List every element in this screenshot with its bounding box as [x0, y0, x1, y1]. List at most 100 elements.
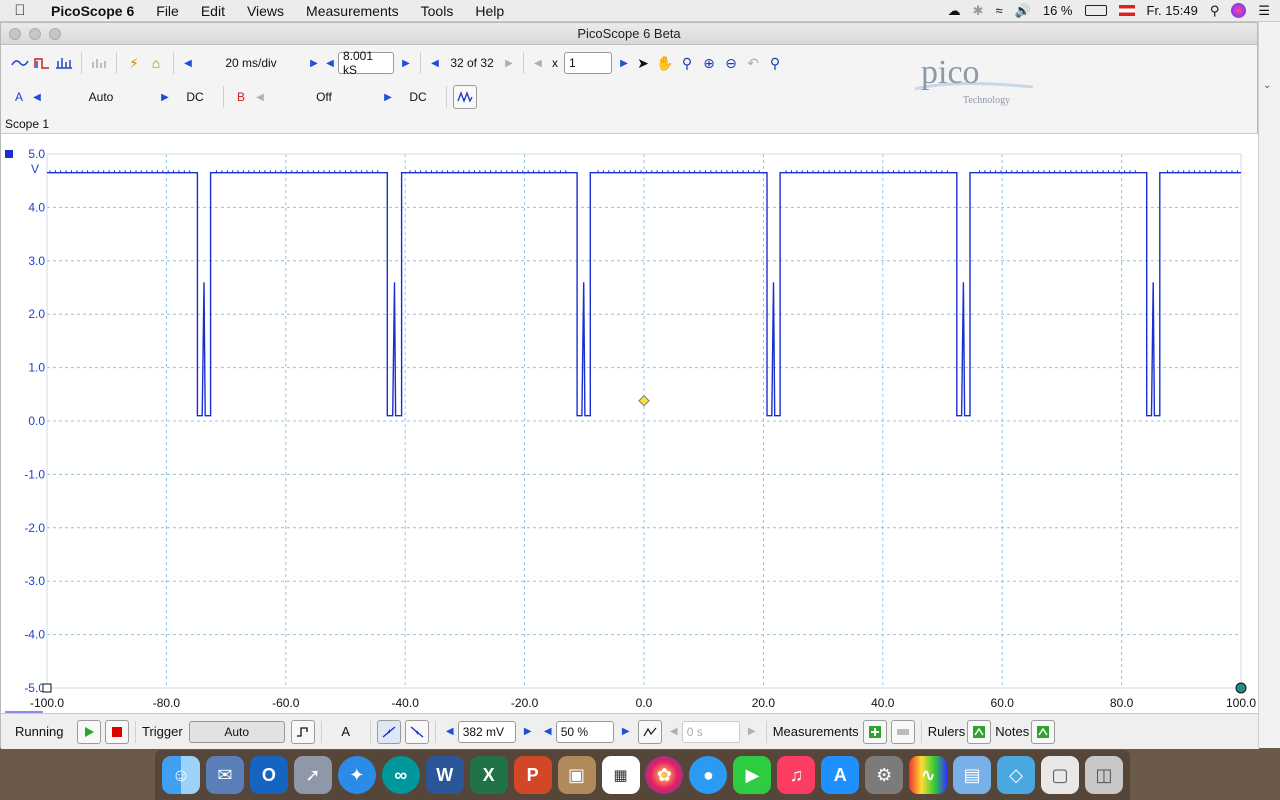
- rulers-label: Rulers: [927, 724, 966, 739]
- menu-edit[interactable]: Edit: [190, 3, 236, 19]
- pointer-tool-icon[interactable]: ➤: [632, 52, 654, 74]
- zoom-area-icon[interactable]: ⚲: [676, 52, 698, 74]
- add-measurement-button[interactable]: [862, 719, 887, 744]
- zoom-increase-button[interactable]: ▶: [616, 58, 632, 69]
- messages-icon[interactable]: ●: [689, 756, 728, 794]
- scope-mode-icon[interactable]: [9, 52, 31, 74]
- scope-tab[interactable]: Scope 1: [5, 117, 49, 131]
- siri-icon[interactable]: [1231, 3, 1247, 18]
- x-tick-label: -80.0: [153, 696, 181, 710]
- range-a-value[interactable]: Auto: [45, 90, 157, 104]
- mail-icon[interactable]: ✉: [205, 756, 244, 794]
- trigger-marker[interactable]: [638, 395, 650, 407]
- spectrum-mode-icon[interactable]: [53, 52, 75, 74]
- system-preferences-icon[interactable]: ⚙: [865, 756, 904, 794]
- threshold-decrease-button[interactable]: ◀: [442, 726, 458, 737]
- buffer-previous-button[interactable]: ◀: [427, 58, 443, 69]
- menu-app[interactable]: PicoScope 6: [40, 3, 145, 19]
- zoom-fit-icon[interactable]: ⚲: [764, 52, 786, 74]
- archive-icon[interactable]: ▣: [557, 756, 596, 794]
- picoscope-icon[interactable]: ∿: [909, 756, 948, 794]
- trigger-channel[interactable]: A: [328, 724, 364, 739]
- trash-icon[interactable]: ◫: [1084, 756, 1123, 794]
- scope-view[interactable]: -100.0 -80.0 -60.0 -40.0 -20.0 0.0 20.0 40.0 60.…: [1, 133, 1259, 725]
- scope-plot[interactable]: -100.0 -80.0 -60.0 -40.0 -20.0 0.0 20.0 40.0 60.…: [1, 134, 1259, 725]
- samples-decrease-button[interactable]: ◀: [322, 58, 338, 69]
- finder-icon[interactable]: ☺: [161, 756, 200, 794]
- excel-icon[interactable]: X: [469, 756, 508, 794]
- timebase-increase-button[interactable]: ▶: [306, 58, 322, 69]
- cloud-icon[interactable]: ☁: [948, 3, 961, 19]
- auto-setup-icon[interactable]: ⚡: [123, 52, 145, 74]
- arduino-icon[interactable]: ∞: [381, 756, 420, 794]
- calendar-icon[interactable]: ▦: [601, 756, 640, 794]
- ruler-handle-right[interactable]: [1235, 682, 1247, 694]
- chevron-down-icon[interactable]: ⌄: [1263, 80, 1271, 91]
- trigger-mode-select[interactable]: Auto: [188, 720, 285, 743]
- ruler-handle-left[interactable]: [42, 683, 52, 693]
- battery-percent[interactable]: 16 %: [1043, 3, 1073, 18]
- outlook-icon[interactable]: O: [249, 756, 288, 794]
- flag-icon[interactable]: [1118, 5, 1135, 16]
- menu-measurements[interactable]: Measurements: [295, 3, 410, 19]
- menu-help[interactable]: Help: [464, 3, 515, 19]
- word-icon[interactable]: W: [425, 756, 464, 794]
- coupling-a[interactable]: DC: [173, 90, 217, 104]
- trigger-delay-icon[interactable]: [637, 719, 662, 744]
- notification-center-icon[interactable]: ☰: [1258, 3, 1270, 19]
- threshold-increase-button[interactable]: ▶: [520, 726, 536, 737]
- threshold-field[interactable]: 382 mV: [457, 720, 516, 743]
- safari-icon[interactable]: ✦: [337, 756, 376, 794]
- samples-increase-button[interactable]: ▶: [398, 58, 414, 69]
- hand-tool-icon[interactable]: ✋: [654, 52, 676, 74]
- clock[interactable]: Fr. 15:49: [1147, 3, 1198, 18]
- rulers-toggle-button[interactable]: [967, 719, 992, 744]
- preview-icon[interactable]: ▢: [1041, 756, 1080, 794]
- home-icon[interactable]: ⌂: [145, 52, 167, 74]
- menu-views[interactable]: Views: [236, 3, 295, 19]
- samples-field[interactable]: 8.001 kS: [338, 49, 394, 77]
- channel-options-icon[interactable]: [453, 85, 477, 109]
- y-axis-unit: V: [31, 162, 39, 176]
- timebase-value[interactable]: 20 ms/div: [196, 56, 306, 70]
- bluetooth-icon[interactable]: ✱: [973, 3, 984, 19]
- zoom-window-button[interactable]: [49, 28, 61, 40]
- apple-icon[interactable]: : [0, 2, 40, 19]
- timebase-decrease-button[interactable]: ◀: [180, 58, 196, 69]
- volume-icon[interactable]: 🔊: [1015, 3, 1031, 19]
- range-a-increase-button[interactable]: ▶: [157, 92, 173, 103]
- spotlight-icon[interactable]: ⚲: [1210, 3, 1220, 19]
- launchpad-icon[interactable]: ➚: [293, 756, 332, 794]
- music-icon[interactable]: ♫: [777, 756, 816, 794]
- notes-toggle-button[interactable]: [1031, 719, 1056, 744]
- pretrigger-field[interactable]: 50 %: [555, 720, 614, 743]
- coupling-b[interactable]: DC: [396, 90, 440, 104]
- app-store-icon[interactable]: A: [821, 756, 860, 794]
- persistence-mode-icon[interactable]: [31, 52, 53, 74]
- menu-tools[interactable]: Tools: [410, 3, 465, 19]
- close-window-button[interactable]: [9, 28, 21, 40]
- delay-decrease-button: ◀: [669, 726, 678, 737]
- pretrigger-decrease-button[interactable]: ◀: [540, 726, 556, 737]
- falling-edge-icon[interactable]: [404, 719, 429, 744]
- range-b-increase-button[interactable]: ▶: [380, 92, 396, 103]
- rising-edge-icon[interactable]: [376, 719, 401, 744]
- photos-icon[interactable]: ✿: [645, 756, 684, 794]
- zoom-factor-input[interactable]: 1: [564, 52, 612, 74]
- zoom-out-icon[interactable]: ⊖: [720, 52, 742, 74]
- powerpoint-icon[interactable]: P: [513, 756, 552, 794]
- battery-icon[interactable]: [1084, 5, 1107, 16]
- package-icon[interactable]: ◇: [997, 756, 1036, 794]
- menu-file[interactable]: File: [145, 3, 190, 19]
- wifi-icon[interactable]: ≈: [996, 3, 1003, 18]
- zoom-in-icon[interactable]: ⊕: [698, 52, 720, 74]
- pretrigger-increase-button[interactable]: ▶: [618, 726, 634, 737]
- range-a-decrease-button[interactable]: ◀: [29, 92, 45, 103]
- trigger-advanced-icon[interactable]: [290, 719, 315, 744]
- stop-button[interactable]: [105, 719, 129, 744]
- facetime-icon[interactable]: ▶: [733, 756, 772, 794]
- run-button[interactable]: [77, 719, 101, 744]
- documents-icon[interactable]: ▤: [953, 756, 992, 794]
- range-b-value[interactable]: Off: [268, 90, 380, 104]
- minimize-window-button[interactable]: [29, 28, 41, 40]
